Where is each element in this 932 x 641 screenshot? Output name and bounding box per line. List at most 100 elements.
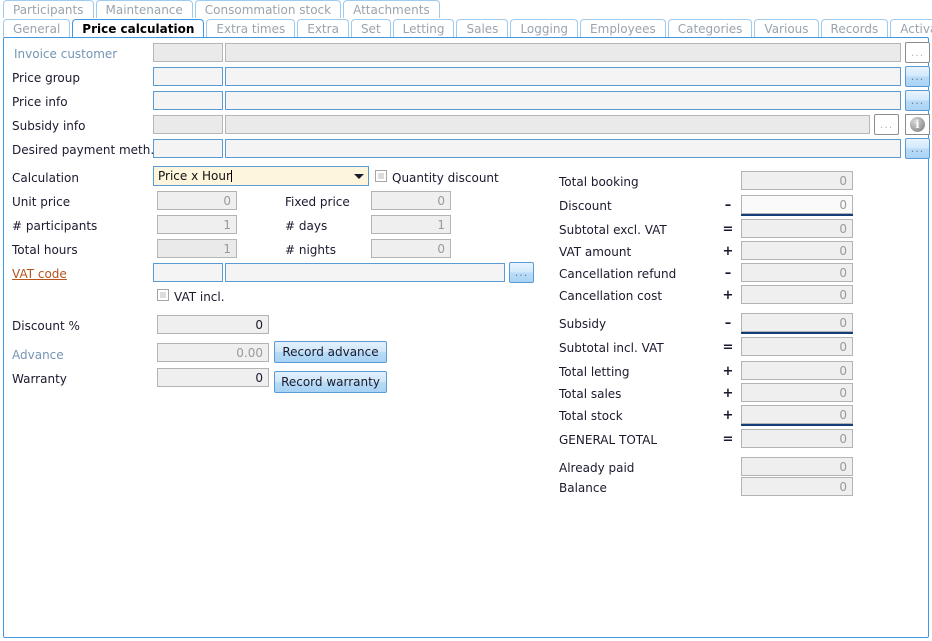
total-row-label: Subtotal incl. VAT: [559, 341, 664, 355]
total-row-label: Already paid: [559, 461, 634, 475]
quantity-discount-checkbox[interactable]: [375, 170, 387, 182]
advance-input[interactable]: [157, 343, 269, 362]
subsidy-info-code-input[interactable]: [153, 115, 223, 134]
total-row-value-input[interactable]: [741, 405, 853, 424]
total-row-value-input[interactable]: [741, 171, 853, 190]
invoice-customer-code-input[interactable]: [153, 43, 223, 62]
tab-employees[interactable]: Employees: [580, 19, 666, 37]
unit-price-input[interactable]: [157, 191, 237, 210]
total-row-value-input[interactable]: [741, 383, 853, 402]
tab-maintenance[interactable]: Maintenance: [96, 0, 193, 18]
price-info-code-input[interactable]: [153, 91, 223, 110]
tab-label: Records: [831, 21, 879, 37]
total-row-value-input[interactable]: [741, 195, 853, 214]
tab-activations[interactable]: Activations: [890, 19, 932, 37]
total-row-value-input[interactable]: [741, 477, 853, 496]
participants-input[interactable]: [157, 215, 237, 234]
total-row-value-input[interactable]: [741, 219, 853, 238]
record-warranty-button[interactable]: Record warranty: [274, 371, 387, 393]
total-row-value-input[interactable]: [741, 337, 853, 356]
total-row-value-input[interactable]: [741, 457, 853, 476]
total-row-label: Cancellation refund: [559, 267, 676, 281]
invoice-customer-lookup-button[interactable]: ...: [905, 42, 930, 63]
invoice-customer-name-input[interactable]: [225, 43, 901, 62]
desired-payment-name-input[interactable]: [225, 139, 901, 158]
tab-label: Extra times: [216, 21, 285, 37]
total-row-operator: –: [722, 198, 734, 213]
subsidy-info-icon[interactable]: i: [905, 114, 930, 135]
vat-code-label[interactable]: VAT code: [12, 267, 67, 281]
tab-sales[interactable]: Sales: [456, 19, 508, 37]
fixed-price-input[interactable]: [371, 191, 451, 210]
desired-payment-code-input[interactable]: [153, 139, 223, 158]
tab-general[interactable]: General: [3, 19, 70, 37]
price-group-code-input[interactable]: [153, 67, 223, 86]
tab-price-calculation[interactable]: Price calculation: [72, 19, 204, 37]
total-row-label: VAT amount: [559, 245, 631, 259]
price-info-label: Price info: [12, 95, 68, 109]
vat-code-code-input[interactable]: [153, 263, 223, 282]
secondary-tab-bar: ParticipantsMaintenanceConsommation stoc…: [3, 0, 442, 18]
total-row-operator: –: [722, 266, 734, 281]
info-glyph: i: [910, 117, 925, 132]
total-row-label: GENERAL TOTAL: [559, 433, 657, 447]
total-row-label: Discount: [559, 199, 612, 213]
tab-label: Extra: [307, 21, 339, 37]
total-row-value-input[interactable]: [741, 285, 853, 304]
tab-label: Various: [764, 21, 808, 37]
total-hours-input[interactable]: [157, 239, 237, 258]
calculation-select[interactable]: Price x Hour: [153, 166, 369, 186]
price-info-name-input[interactable]: [225, 91, 901, 110]
tab-label: Set: [361, 21, 381, 37]
tab-attachments[interactable]: Attachments: [343, 0, 440, 18]
calculation-label: Calculation: [12, 171, 79, 185]
tab-categories[interactable]: Categories: [668, 19, 753, 37]
record-advance-button[interactable]: Record advance: [274, 341, 387, 363]
tab-participants[interactable]: Participants: [3, 0, 94, 18]
desired-payment-lookup-button[interactable]: ...: [905, 138, 930, 159]
warranty-label: Warranty: [12, 372, 67, 386]
price-group-name-input[interactable]: [225, 67, 901, 86]
tab-consommation-stock[interactable]: Consommation stock: [195, 0, 341, 18]
total-row-operator: +: [722, 386, 734, 401]
advance-label[interactable]: Advance: [12, 348, 64, 362]
discount-percent-input[interactable]: [157, 315, 269, 334]
tab-records[interactable]: Records: [821, 19, 889, 37]
total-row-value-input[interactable]: [741, 429, 853, 448]
subsidy-info-label: Subsidy info: [12, 119, 85, 133]
total-row-value-input[interactable]: [741, 241, 853, 260]
discount-percent-label: Discount %: [12, 319, 80, 333]
days-input[interactable]: [371, 215, 451, 234]
subsidy-info-name-input[interactable]: [225, 115, 870, 134]
price-group-lookup-button[interactable]: ...: [905, 66, 930, 87]
main-tab-bar: General Price calculation Extra times Extra…: [3, 19, 932, 37]
tab-label: General: [13, 21, 60, 37]
tab-label: Sales: [466, 21, 498, 37]
price-calculation-panel: Invoice customer ... Price group ... Pri…: [3, 37, 929, 638]
tab-various[interactable]: Various: [754, 19, 818, 37]
vat-code-name-input[interactable]: [225, 263, 505, 282]
vat-incl-checkbox[interactable]: [157, 289, 169, 301]
total-row-value-input[interactable]: [741, 263, 853, 282]
total-row-label: Balance: [559, 481, 607, 495]
warranty-input[interactable]: [157, 368, 269, 387]
chevron-down-icon[interactable]: [350, 167, 368, 185]
total-row-value-input[interactable]: [741, 313, 853, 332]
vat-incl-label: VAT incl.: [174, 290, 225, 304]
tab-letting[interactable]: Letting: [393, 19, 455, 37]
tab-set[interactable]: Set: [351, 19, 391, 37]
tab-extra-times[interactable]: Extra times: [206, 19, 295, 37]
total-row-operator: +: [722, 408, 734, 423]
price-info-lookup-button[interactable]: ...: [905, 90, 930, 111]
tab-logging[interactable]: Logging: [510, 19, 578, 37]
subsidy-info-lookup-button[interactable]: ...: [874, 114, 899, 135]
desired-payment-label: Desired payment meth.: [12, 143, 154, 157]
nights-input[interactable]: [371, 239, 451, 258]
tab-label: Logging: [520, 21, 568, 37]
invoice-customer-label[interactable]: Invoice customer: [14, 47, 117, 61]
total-row-value-input[interactable]: [741, 361, 853, 380]
tab-extra[interactable]: Extra: [297, 19, 349, 37]
vat-code-lookup-button[interactable]: ...: [509, 262, 534, 283]
total-row-label: Subtotal excl. VAT: [559, 223, 667, 237]
days-label: # days: [285, 219, 327, 233]
